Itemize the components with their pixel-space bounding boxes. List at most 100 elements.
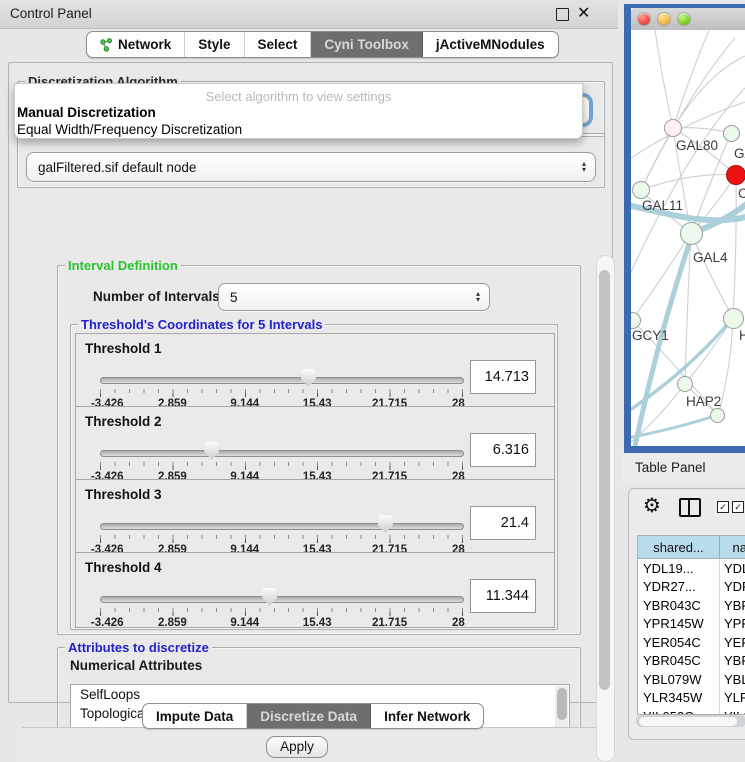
scrollbar-thumb[interactable] (599, 270, 610, 690)
column-header-name[interactable]: na (720, 536, 745, 558)
network-node-gal4[interactable] (680, 222, 703, 245)
table-header-row: shared... na (638, 536, 745, 559)
tab-select[interactable]: Select (245, 32, 312, 57)
table-data-combo-value: galFiltered.sif default node (27, 160, 573, 175)
table-panel: ⚙ ✓ ✓ shared... na YDL19...YDL1 YDR27...… (628, 488, 745, 740)
table-row[interactable]: YBR043CYBR0 (638, 596, 745, 615)
cyni-bottom-tabstrip: Impute Data Discretize Data Infer Networ… (142, 703, 484, 729)
thresholds-group: Threshold's Coordinates for 5 Intervals … (70, 324, 558, 630)
table-row[interactable]: YDR27...YDR2 (638, 578, 745, 597)
threshold-4-label: Threshold 4 (85, 560, 162, 575)
threshold-row-3: Threshold 3 -3.426 2.859 9.144 15.43 21.… (75, 479, 555, 555)
threshold-1-slider[interactable]: -3.426 2.859 9.144 15.43 21.715 28 (100, 364, 462, 408)
num-intervals-label: Number of Intervals (93, 289, 220, 304)
network-node-right-mid[interactable] (723, 308, 744, 329)
network-node-top-right[interactable] (723, 125, 740, 142)
algorithm-dropdown-popup: Select algorithm to view settings Manual… (14, 83, 583, 139)
slider-thumb[interactable] (262, 588, 277, 606)
close-icon[interactable]: ✕ (577, 4, 590, 24)
slider-minor-ticks (100, 608, 464, 612)
close-traffic-light[interactable] (638, 13, 650, 25)
settings-scrollbar[interactable] (596, 255, 615, 762)
threshold-3-label: Threshold 3 (85, 487, 162, 502)
slider-track[interactable] (100, 450, 464, 457)
tab-network[interactable]: Network (87, 32, 185, 57)
threshold-2-value-input[interactable] (470, 433, 536, 467)
apply-button[interactable]: Apply (266, 736, 328, 758)
node-label-gal11: GAL11 (642, 198, 683, 213)
threshold-3-slider[interactable]: -3.426 2.859 9.144 15.43 21.715 28 (100, 510, 462, 554)
slider-track[interactable] (100, 377, 464, 384)
control-panel-title: Control Panel (10, 6, 92, 21)
network-view-window[interactable]: GAL80 GA C GAL11 GAL4 GCY1 H HAP2 (624, 4, 745, 454)
table-row[interactable]: YIL052CYIL0 (638, 707, 745, 715)
control-panel-tabstrip: Network Style Select Cyni Toolbox jActiv… (86, 31, 559, 58)
slider-thumb[interactable] (378, 515, 393, 533)
tab-discretize-data[interactable]: Discretize Data (247, 704, 371, 728)
slider-minor-ticks (100, 462, 464, 466)
threshold-2-label: Threshold 2 (85, 414, 162, 429)
checkbox-icon[interactable]: ✓ (732, 501, 744, 513)
slider-thumb[interactable] (204, 442, 219, 460)
list-item[interactable]: SelfLoops (71, 685, 569, 704)
gear-icon[interactable]: ⚙ (643, 495, 661, 517)
network-node-hap2[interactable] (677, 376, 693, 392)
algorithm-option-equal-width[interactable]: Equal Width/Frequency Discretization (17, 122, 242, 137)
checkbox-icon[interactable]: ✓ (717, 501, 729, 513)
table-data-combo[interactable]: galFiltered.sif default node ▴▾ (26, 152, 596, 182)
split-columns-icon[interactable] (679, 498, 701, 517)
slider-thumb[interactable] (301, 369, 316, 387)
slider-track[interactable] (100, 596, 464, 603)
threshold-1-value-input[interactable] (470, 360, 536, 394)
threshold-4-slider[interactable]: -3.426 2.859 9.144 15.43 21.715 28 (100, 583, 462, 627)
threshold-4-value-input[interactable] (470, 579, 536, 613)
node-label-clipped-h: H (739, 328, 745, 343)
threshold-3-value-input[interactable] (470, 506, 536, 540)
node-label-clipped-c: C (738, 186, 745, 201)
table-row[interactable]: YER054CYER0 (638, 633, 745, 652)
tab-style[interactable]: Style (185, 32, 244, 57)
table-row[interactable]: YPR145WYPR1 (638, 615, 745, 634)
float-window-icon[interactable] (556, 8, 569, 21)
network-node-bottom[interactable] (710, 408, 725, 423)
tab-cyni-toolbox[interactable]: Cyni Toolbox (311, 32, 423, 57)
minimize-traffic-light[interactable] (658, 13, 670, 25)
tab-infer-network[interactable]: Infer Network (371, 704, 483, 728)
slider-minor-ticks (100, 535, 464, 539)
slider-minor-ticks (100, 389, 464, 393)
tab-impute-data[interactable]: Impute Data (143, 704, 247, 728)
table-row[interactable]: YDL19...YDL1 (638, 559, 745, 578)
interval-definition-group: Interval Definition Number of Intervals … (57, 265, 581, 635)
network-node-gal80[interactable] (664, 119, 682, 137)
network-node-gal11[interactable] (632, 181, 650, 199)
scrollbar-thumb[interactable] (639, 717, 737, 726)
algorithm-option-manual[interactable]: Manual Discretization (17, 105, 156, 120)
table-data-group: Table Data galFiltered.sif default node … (17, 133, 605, 188)
tab-network-label: Network (118, 37, 171, 52)
network-canvas[interactable]: GAL80 GA C GAL11 GAL4 GCY1 H HAP2 (631, 30, 745, 446)
thresholds-group-title: Threshold's Coordinates for 5 Intervals (78, 317, 325, 332)
node-table: shared... na YDL19...YDL1 YDR27...YDR2 Y… (637, 535, 745, 715)
network-node-red[interactable] (726, 165, 745, 185)
settings-scroll-area: Interval Definition Number of Intervals … (21, 191, 616, 762)
table-horizontal-scrollbar[interactable] (636, 715, 745, 727)
zoom-traffic-light[interactable] (678, 13, 690, 25)
node-label-clipped-ga: GA (734, 146, 745, 161)
column-header-shared[interactable]: shared... (638, 536, 720, 558)
threshold-1-label: Threshold 1 (85, 341, 162, 356)
tab-jactivemnodules[interactable]: jActiveMNodules (423, 32, 558, 57)
slider-track[interactable] (100, 523, 464, 530)
threshold-2-slider[interactable]: -3.426 2.859 9.144 15.43 21.715 28 (100, 437, 462, 481)
node-label-gal80: GAL80 (676, 138, 718, 153)
attributes-group-title: Attributes to discretize (65, 640, 212, 655)
control-panel-titlebar: Control Panel ✕ (0, 0, 618, 29)
threshold-row-4: Threshold 4 -3.426 2.859 9.144 15.43 21.… (75, 552, 555, 628)
screen: { "control_panel": { "title": "Control P… (0, 0, 745, 745)
table-row[interactable]: YBL079WYBL0 (638, 670, 745, 689)
network-window-titlebar[interactable] (631, 8, 745, 31)
numerical-attributes-label: Numerical Attributes (70, 658, 202, 673)
num-intervals-combo[interactable]: 5 ▴▾ (218, 283, 490, 311)
algorithm-placeholder-option[interactable]: Select algorithm to view settings (15, 89, 582, 104)
table-row[interactable]: YLR345WYLR3 (638, 689, 745, 708)
table-row[interactable]: YBR045CYBR0 (638, 652, 745, 671)
